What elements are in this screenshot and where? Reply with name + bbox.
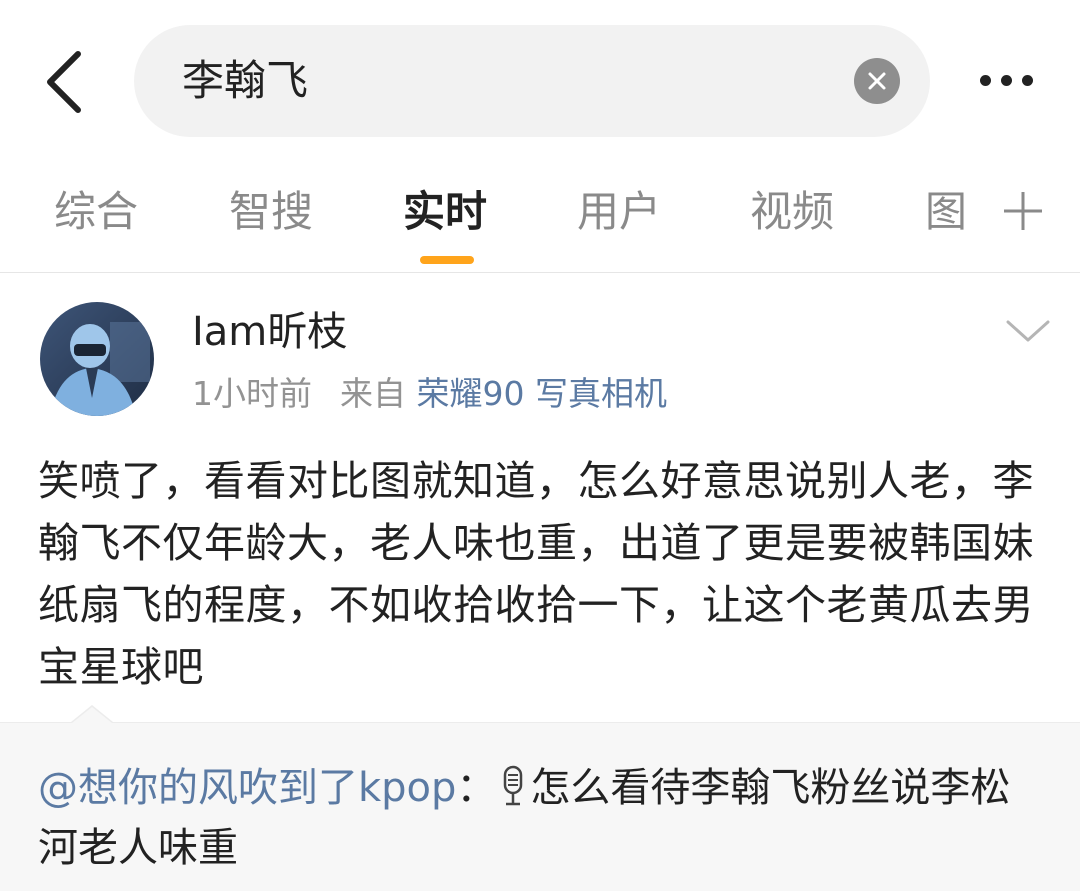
tab-videos[interactable]: 视频 <box>750 186 834 238</box>
post-body: 笑喷了，看看对比图就知道，怎么好意思说别人老，李翰飞不仅年龄大，老人味也重，出道… <box>38 457 1034 691</box>
search-header: 李翰飞 <box>0 0 1080 160</box>
tab-realtime[interactable]: 实时 <box>403 186 487 238</box>
more-horizontal-icon <box>979 74 991 86</box>
tab-users[interactable]: 用户 <box>577 186 661 238</box>
tab-images[interactable]: 图 <box>925 186 967 238</box>
microphone-icon <box>504 765 523 806</box>
plus-icon[interactable] <box>1000 188 1046 234</box>
more-horizontal-icon <box>1021 74 1033 86</box>
back-button[interactable] <box>34 44 94 120</box>
search-query-text: 李翰飞 <box>182 56 309 105</box>
repost-text[interactable]: @想你的风吹到了kpop： 怎么看待李翰飞粉丝说李松河老人味重 <box>38 758 1048 878</box>
search-input[interactable]: 李翰飞 <box>134 25 930 137</box>
post-meta: 1小时前 来自 荣耀90 写真相机 <box>192 372 667 416</box>
tab-smart-search[interactable]: 智搜 <box>229 186 313 238</box>
chevron-down-icon[interactable] <box>1004 316 1052 346</box>
clear-search-button[interactable] <box>854 58 900 104</box>
post-time: 1小时前 <box>192 374 312 413</box>
more-horizontal-icon <box>1000 74 1012 86</box>
repost-mention[interactable]: @想你的风吹到了kpop <box>38 765 456 811</box>
tabs-divider <box>0 272 1080 273</box>
post-source-prefix: 来自 <box>340 374 406 413</box>
more-options-button[interactable] <box>966 60 1046 100</box>
repost-pointer <box>72 707 112 723</box>
post-username[interactable]: Iam昕枝 <box>192 306 347 358</box>
avatar[interactable] <box>40 302 154 416</box>
repost-colon: ： <box>456 765 497 811</box>
active-tab-indicator <box>420 256 474 264</box>
close-icon <box>868 72 886 90</box>
post-device[interactable]: 荣耀90 写真相机 <box>417 374 667 413</box>
search-tabs: 综合 智搜 实时 用户 视频 图 <box>0 176 1080 272</box>
chevron-left-icon <box>47 51 81 113</box>
tab-comprehensive[interactable]: 综合 <box>54 186 138 238</box>
